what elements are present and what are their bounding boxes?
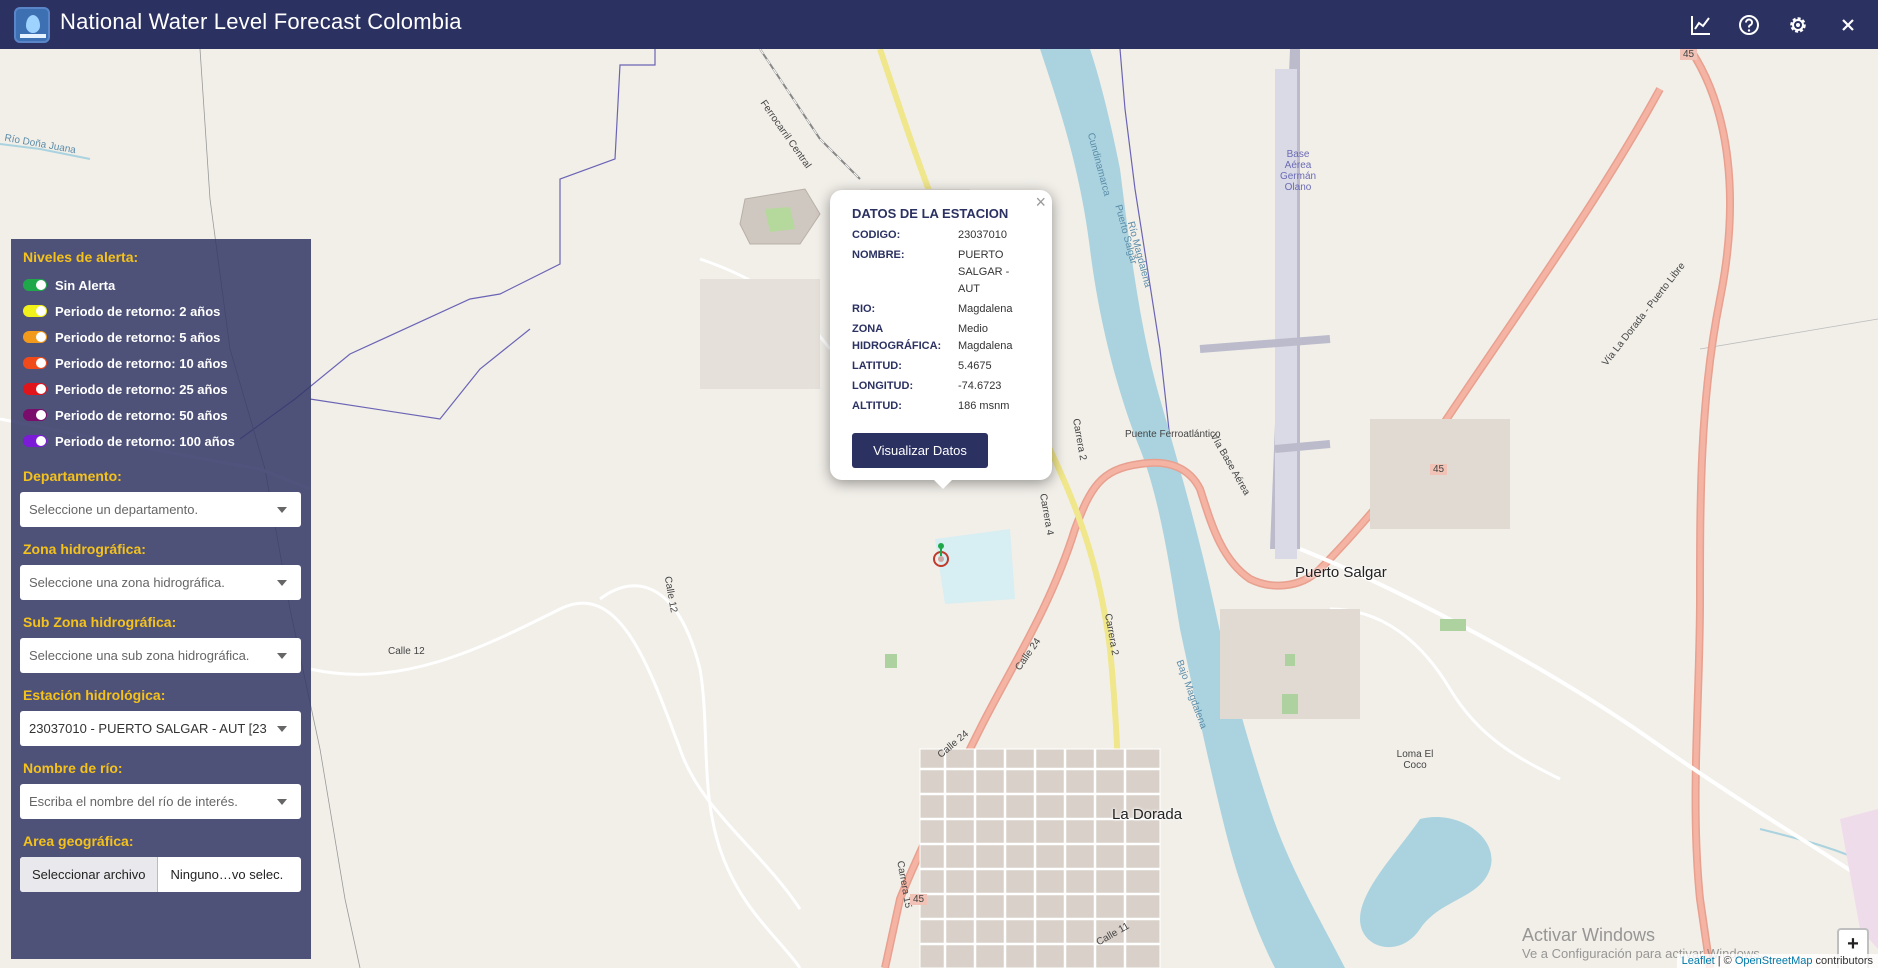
- estacion-select[interactable]: 23037010 - PUERTO SALGAR - AUT [23: [20, 711, 301, 746]
- chevron-down-icon: [277, 653, 287, 659]
- toggle-icon[interactable]: [23, 409, 47, 421]
- legend-item-label: Periodo de retorno: 5 años: [55, 329, 221, 345]
- departamento-select[interactable]: Seleccione un departamento.: [20, 492, 301, 527]
- map-label-base-aerea: Base Aérea Germán Olano: [1279, 149, 1317, 193]
- toggle-icon[interactable]: [23, 331, 47, 343]
- popup-title: DATOS DE LA ESTACION: [852, 206, 1009, 221]
- legend-item[interactable]: Periodo de retorno: 10 años: [23, 350, 299, 376]
- legend-item-label: Periodo de retorno: 100 años: [55, 433, 235, 449]
- map-label-puente: Puente Ferroatlántico: [1125, 429, 1221, 440]
- town-label-la-dorada: La Dorada: [1112, 806, 1183, 823]
- map-label-loma: Loma El Coco: [1396, 749, 1434, 771]
- popup-row-longitud: LONGITUD: -74.6723: [852, 380, 1002, 392]
- leaflet-link[interactable]: Leaflet: [1682, 955, 1715, 967]
- filter-panel: Niveles de alerta: Sin Alerta Periodo de …: [11, 239, 311, 959]
- select-file-button[interactable]: Seleccionar archivo: [20, 857, 159, 892]
- legend-item[interactable]: Periodo de retorno: 25 años: [23, 376, 299, 402]
- popup-row-zona: ZONA HIDROGRÁFICA: Medio Magdalena: [852, 323, 1013, 352]
- top-bar: National Water Level Forecast Colombia: [0, 0, 1878, 49]
- subzona-select[interactable]: Seleccione una sub zona hidrográfica.: [20, 638, 301, 673]
- station-popup: × DATOS DE LA ESTACION CODIGO: 23037010 N…: [830, 190, 1052, 489]
- legend-item-label: Periodo de retorno: 50 años: [55, 407, 228, 423]
- subzona-label: Sub Zona hidrográfica:: [23, 614, 177, 630]
- selected-file-name: Ninguno…vo selec.: [170, 867, 284, 882]
- popup-row-nombre: NOMBRE: PUERTO SALGAR - AUT: [852, 249, 1010, 295]
- popup-row-codigo: CODIGO: 23037010: [852, 229, 1007, 241]
- legend-item[interactable]: Periodo de retorno: 50 años: [23, 402, 299, 428]
- town-label-puerto-salgar: Puerto Salgar: [1295, 564, 1387, 581]
- close-icon[interactable]: [1831, 8, 1865, 42]
- zona-select[interactable]: Seleccione una zona hidrográfica.: [20, 565, 301, 600]
- zona-label: Zona hidrográfica:: [23, 541, 146, 557]
- map-label-calle12-a: Calle 12: [388, 646, 425, 657]
- chevron-down-icon: [277, 580, 287, 586]
- map-attribution: Leaflet | © OpenStreetMap contributors: [1676, 954, 1878, 968]
- legend-item[interactable]: Sin Alerta: [23, 272, 299, 298]
- chevron-down-icon: [277, 507, 287, 513]
- departamento-label: Departamento:: [23, 468, 122, 484]
- map-label-route45-c: 45: [1680, 49, 1698, 60]
- popup-close-button[interactable]: ×: [1035, 192, 1046, 213]
- map-label-route45: 45: [910, 894, 928, 905]
- area-label: Area geográfica:: [23, 833, 134, 849]
- chart-icon[interactable]: [1684, 8, 1718, 42]
- toggle-icon[interactable]: [23, 305, 47, 317]
- toggle-icon[interactable]: [23, 435, 47, 447]
- file-input[interactable]: Seleccionar archivo Ninguno…vo selec.: [20, 857, 301, 892]
- toggle-icon[interactable]: [23, 383, 47, 395]
- settings-icon[interactable]: [1781, 8, 1815, 42]
- chevron-down-icon: [277, 799, 287, 805]
- toggle-icon[interactable]: [23, 279, 47, 291]
- legend-item[interactable]: Periodo de retorno: 5 años: [23, 324, 299, 350]
- legend-item-label: Periodo de retorno: 10 años: [55, 355, 228, 371]
- legend-item-label: Periodo de retorno: 2 años: [55, 303, 221, 319]
- estacion-label: Estación hidrológica:: [23, 687, 166, 703]
- app-logo: [14, 7, 50, 43]
- app-title: National Water Level Forecast Colombia: [60, 9, 462, 34]
- legend-item-label: Periodo de retorno: 25 años: [55, 381, 228, 397]
- legend-title: Niveles de alerta:: [23, 249, 139, 265]
- rio-label: Nombre de río:: [23, 760, 123, 776]
- legend-item[interactable]: Periodo de retorno: 100 años: [23, 428, 299, 454]
- popup-row-altitud: ALTITUD: 186 msnm: [852, 400, 1010, 412]
- legend-item[interactable]: Periodo de retorno: 2 años: [23, 298, 299, 324]
- legend-item-label: Sin Alerta: [55, 277, 116, 293]
- chevron-down-icon: [277, 726, 287, 732]
- popup-row-rio: RIO: Magdalena: [852, 303, 1013, 315]
- visualizar-datos-button[interactable]: Visualizar Datos: [852, 433, 988, 468]
- alert-legend: Sin Alerta Periodo de retorno: 2 años Peri…: [23, 272, 299, 454]
- toggle-icon[interactable]: [23, 357, 47, 369]
- map-label-route45-b: 45: [1430, 464, 1448, 475]
- rio-select[interactable]: Escriba el nombre del río de interés.: [20, 784, 301, 819]
- popup-row-latitud: LATITUD: 5.4675: [852, 360, 992, 372]
- osm-link[interactable]: OpenStreetMap: [1735, 955, 1813, 967]
- help-icon[interactable]: [1732, 8, 1766, 42]
- station-marker-icon[interactable]: [932, 542, 950, 568]
